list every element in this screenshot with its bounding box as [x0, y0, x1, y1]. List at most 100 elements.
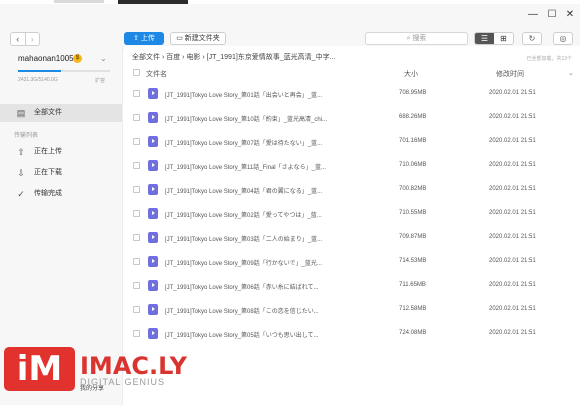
expand-storage-link[interactable]: 扩容: [95, 77, 105, 84]
file-size: 724.08MB: [399, 330, 427, 336]
row-checkbox[interactable]: [133, 330, 140, 337]
breadcrumb[interactable]: 全部文件 › 百度 › 电影 › [JT_1991]东京爱情故事_蓝光高清_中字…: [132, 52, 335, 62]
video-file-icon: [148, 88, 158, 99]
file-name[interactable]: [JT_1991]Tokyo Love Story_第01話「出会いと再会」_蓝…: [165, 90, 322, 99]
list-view-icon[interactable]: ☰: [475, 33, 494, 44]
row-checkbox[interactable]: [133, 234, 140, 241]
view-toggle: ☰ ⊞: [474, 32, 514, 45]
sidebar-item-downloading[interactable]: ⇩ 正在下载: [0, 164, 122, 182]
table-row[interactable]: [JT_1991]Tokyo Love Story_第04話「君の翼になる」_蓝…: [124, 178, 580, 202]
row-checkbox[interactable]: [133, 162, 140, 169]
row-checkbox[interactable]: [133, 258, 140, 265]
sidebar-item-label: 正在上传: [34, 148, 62, 155]
sidebar-item-completed[interactable]: ✓ 传输完成: [0, 185, 122, 203]
row-checkbox[interactable]: [133, 138, 140, 145]
username[interactable]: mahaonan1005: [18, 54, 74, 63]
sidebar-item-uploading[interactable]: ⇧ 正在上传: [0, 143, 122, 161]
close-button[interactable]: ✕: [563, 8, 577, 22]
sidebar-item-label: 全部文件: [34, 109, 62, 116]
upload-icon: ⇪: [133, 35, 139, 42]
table-row[interactable]: [JT_1991]Tokyo Love Story_第03話「二人の始まり」_蓝…: [124, 226, 580, 250]
file-modified-time: 2020.02.01 21:51: [489, 330, 536, 336]
quota-bar: [18, 70, 110, 72]
row-checkbox[interactable]: [133, 186, 140, 193]
chevron-down-icon[interactable]: ⌄: [100, 54, 107, 63]
row-checkbox[interactable]: [133, 114, 140, 121]
file-modified-time: 2020.02.01 21:51: [489, 186, 536, 192]
upload-label: 上传: [140, 35, 155, 42]
video-file-icon: [148, 280, 158, 291]
sidebar-item-label: 传输完成: [34, 190, 62, 197]
sidebar-item-label: 正在下载: [34, 169, 62, 176]
back-icon[interactable]: ‹: [11, 33, 25, 45]
video-file-icon: [148, 136, 158, 147]
background-thumbnail: [54, 0, 104, 3]
titlebar: — ☐ ✕: [0, 4, 580, 28]
file-size: 688.26MB: [399, 114, 427, 120]
new-folder-label: 新建文件夹: [184, 35, 220, 42]
file-size: 714.53MB: [399, 258, 427, 264]
column-header-size[interactable]: 大小: [404, 69, 418, 79]
file-modified-time: 2020.02.01 21:51: [489, 210, 536, 216]
column-header-time[interactable]: 修改时间: [496, 69, 524, 79]
table-row[interactable]: [JT_1991]Tokyo Love Story_第02話「愛ってやつは」_蓝…: [124, 202, 580, 226]
file-name[interactable]: [JT_1991]Tokyo Love Story_第10話「約束」_蓝光高清_…: [165, 114, 327, 123]
file-name[interactable]: [JT_1991]Tokyo Love Story_第07話「愛は待たない」_蓝…: [165, 138, 322, 147]
watermark-logo-text: iM: [16, 349, 63, 389]
file-name[interactable]: [JT_1991]Tokyo Love Story_第11話_Final「さよな…: [165, 162, 326, 171]
search-icon: ⌕: [406, 35, 411, 42]
new-folder-button[interactable]: ▭ 新建文件夹: [170, 32, 226, 45]
refresh-icon[interactable]: ↻: [522, 32, 542, 45]
file-name[interactable]: [JT_1991]Tokyo Love Story_第04話「君の翼になる」_蓝…: [165, 186, 322, 195]
search-input[interactable]: ⌕ 搜索: [365, 32, 468, 45]
table-row[interactable]: [JT_1991]Tokyo Love Story_第07話「愛は待たない」_蓝…: [124, 130, 580, 154]
minimize-button[interactable]: —: [526, 8, 540, 22]
file-size: 701.16MB: [399, 138, 427, 144]
file-size: 710.55MB: [399, 210, 427, 216]
file-name[interactable]: [JT_1991]Tokyo Love Story_第06話「赤い糸に結ばれて.…: [165, 282, 319, 291]
quota-text: 2431.3G/5140.0G: [18, 77, 58, 83]
settings-icon[interactable]: ◎: [553, 32, 573, 45]
forward-icon[interactable]: ›: [24, 33, 40, 45]
table-row[interactable]: [JT_1991]Tokyo Love Story_第08話「この恋を信じたい.…: [124, 298, 580, 322]
file-name[interactable]: [JT_1991]Tokyo Love Story_第08話「この恋を信じたい.…: [165, 306, 319, 315]
select-all-checkbox[interactable]: [133, 69, 140, 76]
table-row[interactable]: [JT_1991]Tokyo Love Story_第09話「行かないで」_蓝光…: [124, 250, 580, 274]
row-checkbox[interactable]: [133, 282, 140, 289]
search-placeholder: 搜索: [412, 35, 427, 42]
file-modified-time: 2020.02.01 21:51: [489, 234, 536, 240]
check-circle-icon: ✓: [17, 189, 25, 199]
table-row[interactable]: [JT_1991]Tokyo Love Story_第01話「出会いと再会」_蓝…: [124, 82, 580, 106]
table-row[interactable]: [JT_1991]Tokyo Love Story_第10話「約束」_蓝光高清_…: [124, 106, 580, 130]
row-checkbox[interactable]: [133, 210, 140, 217]
file-name[interactable]: [JT_1991]Tokyo Love Story_第09話「行かないで」_蓝光…: [165, 258, 322, 267]
table-row[interactable]: [JT_1991]Tokyo Love Story_第06話「赤い糸に結ばれて.…: [124, 274, 580, 298]
video-file-icon: [148, 184, 158, 195]
file-list-panel: 全部文件 › 百度 › 电影 › [JT_1991]东京爱情故事_蓝光高清_中字…: [124, 46, 580, 405]
file-name[interactable]: [JT_1991]Tokyo Love Story_第03話「二人の始まり」_蓝…: [165, 234, 322, 243]
chevron-down-icon[interactable]: ⌄: [568, 69, 574, 77]
history-nav: ‹ ›: [10, 32, 40, 46]
download-icon: ⇩: [17, 168, 25, 178]
row-checkbox[interactable]: [133, 306, 140, 313]
document-icon: ▤: [16, 108, 26, 118]
file-modified-time: 2020.02.01 21:51: [489, 138, 536, 144]
sidebar-item-all-files[interactable]: ▤ 全部文件: [0, 104, 122, 122]
file-modified-time: 2020.02.01 21:51: [489, 162, 536, 168]
upload-button[interactable]: ⇪ 上传: [124, 32, 164, 45]
file-modified-time: 2020.02.01 21:51: [489, 282, 536, 288]
maximize-button[interactable]: ☐: [545, 8, 559, 22]
file-name[interactable]: [JT_1991]Tokyo Love Story_第05話「いつも思い出して.…: [165, 330, 319, 339]
grid-view-icon[interactable]: ⊞: [494, 33, 513, 44]
file-modified-time: 2020.02.01 21:51: [489, 306, 536, 312]
table-row[interactable]: [JT_1991]Tokyo Love Story_第05話「いつも思い出して.…: [124, 322, 580, 346]
row-checkbox[interactable]: [133, 90, 140, 97]
table-row[interactable]: [JT_1991]Tokyo Love Story_第11話_Final「さよな…: [124, 154, 580, 178]
watermark-tagline: DIGITAL GENIUS: [80, 377, 166, 387]
video-file-icon: [148, 208, 158, 219]
file-name[interactable]: [JT_1991]Tokyo Love Story_第02話「愛ってやつは」_蓝…: [165, 210, 322, 219]
folder-icon: ▭: [176, 35, 183, 42]
file-size: 700.82MB: [399, 186, 427, 192]
video-file-icon: [148, 232, 158, 243]
column-header-name[interactable]: 文件名: [146, 69, 167, 79]
